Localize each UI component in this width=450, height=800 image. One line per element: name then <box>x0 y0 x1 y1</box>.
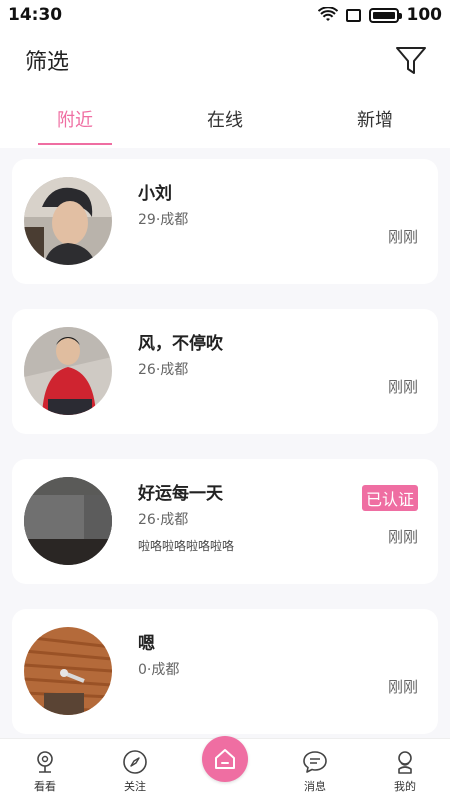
filter-button[interactable] <box>394 43 428 77</box>
status-bar: 14:30 100 <box>0 0 450 30</box>
profile-icon <box>398 751 412 774</box>
sim-icon <box>345 8 361 22</box>
home-icon <box>215 749 235 769</box>
page-title: 筛选 <box>25 50 70 75</box>
user-list: 小刘 29·成都 刚刚 风，不停吹 26·成都 刚刚 好运每一天 26·成都 啦… <box>0 148 450 738</box>
active-time: 刚刚 <box>387 228 418 246</box>
location-pin-icon <box>37 751 53 773</box>
nav-messages[interactable]: 消息 <box>270 739 360 800</box>
message-bubble-icon <box>303 751 327 773</box>
tab-online[interactable]: 在线 <box>150 92 300 147</box>
wifi-icon <box>317 7 338 21</box>
user-card[interactable]: 风，不停吹 26·成都 刚刚 <box>12 309 438 434</box>
avatar[interactable] <box>24 627 112 715</box>
user-signature: 啦咯啦咯啦咯啦咯 <box>138 539 235 553</box>
avatar-photo <box>24 627 112 715</box>
user-name: 好运每一天 <box>138 484 223 504</box>
active-time: 刚刚 <box>387 528 418 546</box>
avatar[interactable] <box>24 177 112 265</box>
avatar-photo <box>24 177 112 265</box>
nav-label: 消息 <box>304 780 326 793</box>
nav-follow[interactable]: 关注 <box>90 739 180 800</box>
avatar[interactable] <box>24 327 112 415</box>
user-name: 风，不停吹 <box>138 334 223 354</box>
nav-label: 我的 <box>394 780 416 793</box>
user-age-city: 0·成都 <box>138 662 180 678</box>
avatar[interactable] <box>24 477 112 565</box>
user-card[interactable]: 好运每一天 26·成都 啦咯啦咯啦咯啦咯 已认证 刚刚 <box>12 459 438 584</box>
user-card[interactable]: 小刘 29·成都 刚刚 <box>12 159 438 284</box>
tab-bar: 附近 在线 新增 <box>0 92 450 147</box>
nav-profile[interactable]: 我的 <box>360 739 450 800</box>
tab-nearby[interactable]: 附近 <box>0 92 150 147</box>
status-icons: 100 <box>317 5 443 25</box>
avatar-photo <box>24 327 112 415</box>
active-time: 刚刚 <box>387 378 418 396</box>
tab-new[interactable]: 新增 <box>300 92 450 147</box>
nav-label: 关注 <box>124 780 146 793</box>
header: 筛选 <box>0 30 450 90</box>
compass-icon <box>123 750 147 774</box>
user-card[interactable]: 嗯 0·成都 刚刚 <box>12 609 438 734</box>
filter-funnel-icon <box>396 47 426 74</box>
avatar-photo <box>24 477 112 565</box>
home-button[interactable] <box>202 736 248 782</box>
active-time: 刚刚 <box>387 678 418 696</box>
status-time: 14:30 <box>8 5 63 25</box>
user-age-city: 26·成都 <box>138 362 189 378</box>
nav-look[interactable]: 看看 <box>0 739 90 800</box>
verified-badge: 已认证 <box>361 485 418 511</box>
user-age-city: 29·成都 <box>138 212 189 228</box>
nav-label: 看看 <box>34 780 56 793</box>
battery-icon <box>368 7 402 23</box>
user-name: 嗯 <box>138 634 155 654</box>
user-age-city: 26·成都 <box>138 512 189 528</box>
battery-level: 100 <box>406 5 443 25</box>
user-name: 小刘 <box>138 184 172 204</box>
